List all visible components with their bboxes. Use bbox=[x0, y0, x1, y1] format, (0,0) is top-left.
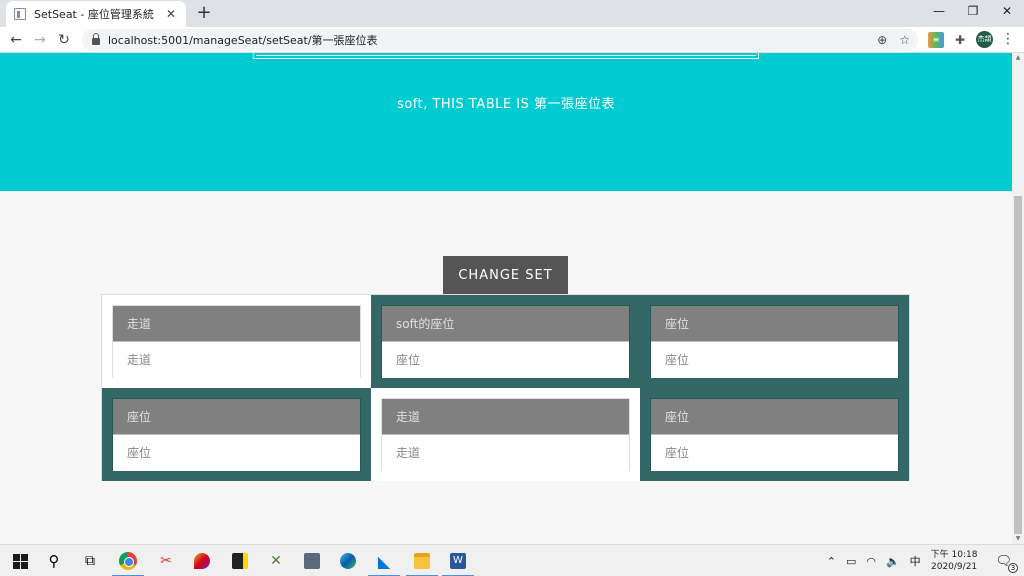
tab-strip: SetSeat - 座位管理系統 ✕ + — ❐ ✕ bbox=[0, 0, 1024, 27]
forward-arrow-icon[interactable]: → bbox=[30, 30, 50, 50]
edge-icon[interactable] bbox=[336, 549, 360, 573]
tool-icon[interactable]: ✕ bbox=[264, 549, 288, 573]
minimize-button[interactable]: — bbox=[922, 0, 956, 22]
clock[interactable]: 下午 10:18 2020/9/21 bbox=[931, 549, 978, 573]
seat-card-header: soft的座位 bbox=[382, 306, 629, 342]
hero-title: soft, THIS TABLE IS 第一張座位表 bbox=[397, 97, 615, 112]
ime-indicator[interactable]: 中 bbox=[910, 553, 921, 569]
seat-card-header: 座位 bbox=[113, 399, 360, 435]
seat-card[interactable]: 座位 座位 bbox=[112, 398, 361, 471]
page-favicon-icon bbox=[14, 8, 26, 20]
tab-title: SetSeat - 座位管理系統 bbox=[34, 8, 154, 21]
window-controls: — ❐ ✕ bbox=[922, 0, 1024, 27]
seat-cell: 座位 座位 bbox=[640, 388, 909, 481]
seat-card-body: 走道 bbox=[382, 435, 629, 471]
reload-icon[interactable]: ↻ bbox=[54, 30, 74, 50]
seat-card-body: 走道 bbox=[113, 342, 360, 378]
seat-card[interactable]: 走道 走道 bbox=[381, 398, 630, 471]
system-tray: ⌃ ▭ ◠ 🔈 中 下午 10:18 2020/9/21 🗨 3 bbox=[827, 545, 1024, 576]
extension-icon[interactable]: ≡ bbox=[928, 32, 944, 48]
bookmark-star-icon[interactable]: ☆ bbox=[899, 33, 910, 47]
seat-cell: 座位 座位 bbox=[640, 295, 909, 388]
chrome-icon[interactable] bbox=[112, 549, 144, 576]
hero-banner: soft, THIS TABLE IS 第一張座位表 bbox=[0, 53, 1012, 191]
restore-button[interactable]: ❐ bbox=[956, 0, 990, 22]
windows-start-icon[interactable] bbox=[8, 549, 32, 573]
windows-taskbar: ⚲ ⧉ ✂ ✕ ◣ W ⌃ ▭ ◠ 🔈 中 下午 10:18 2020/9/21… bbox=[0, 544, 1024, 576]
seat-card-header: 座位 bbox=[651, 399, 898, 435]
close-window-button[interactable]: ✕ bbox=[990, 0, 1024, 22]
vscode-icon[interactable]: ◣ bbox=[368, 549, 400, 576]
change-set-button[interactable]: CHANGE SET bbox=[443, 256, 568, 294]
task-view-icon[interactable]: ⧉ bbox=[78, 549, 102, 573]
tab-close-icon[interactable]: ✕ bbox=[164, 7, 178, 21]
seat-cell: soft的座位 座位 bbox=[371, 295, 640, 388]
seat-card[interactable]: 走道 走道 bbox=[112, 305, 361, 378]
zoom-icon[interactable]: ⊕ bbox=[877, 33, 887, 47]
page-viewport: soft, THIS TABLE IS 第一張座位表 CHANGE SET 走道… bbox=[0, 53, 1012, 544]
volume-icon[interactable]: 🔈 bbox=[886, 555, 900, 568]
seat-card-body: 座位 bbox=[382, 342, 629, 378]
scroll-down-arrow-icon[interactable]: ▼ bbox=[1012, 534, 1024, 544]
seat-cell: 走道 走道 bbox=[371, 388, 640, 481]
address-bar[interactable]: localhost:5001/manageSeat/setSeat/第一張座位表… bbox=[82, 29, 918, 51]
seat-card-header: 座位 bbox=[651, 306, 898, 342]
browser-toolbar: ← → ↻ localhost:5001/manageSeat/setSeat/… bbox=[0, 27, 1024, 53]
clock-date: 2020/9/21 bbox=[931, 562, 978, 572]
scrollbar-thumb[interactable] bbox=[1014, 196, 1022, 534]
page-scrollbar[interactable]: ▲ ▼ bbox=[1012, 53, 1024, 544]
search-icon[interactable]: ⚲ bbox=[42, 549, 66, 573]
seat-card-body: 座位 bbox=[651, 342, 898, 378]
calculator-icon[interactable] bbox=[300, 549, 324, 573]
paint-3d-icon[interactable] bbox=[190, 549, 214, 573]
seat-card-body: 座位 bbox=[651, 435, 898, 471]
seat-cell: 座位 座位 bbox=[102, 388, 371, 481]
notification-badge: 3 bbox=[1008, 562, 1018, 573]
seat-cell: 走道 走道 bbox=[102, 295, 371, 388]
browser-tab[interactable]: SetSeat - 座位管理系統 ✕ bbox=[6, 1, 186, 27]
clock-time: 下午 10:18 bbox=[930, 550, 978, 560]
file-explorer-icon[interactable] bbox=[406, 549, 438, 576]
word-icon[interactable]: W bbox=[442, 549, 474, 576]
seat-card[interactable]: 座位 座位 bbox=[650, 398, 899, 471]
extensions-puzzle-icon[interactable]: ✚ bbox=[952, 32, 968, 48]
chevron-up-icon[interactable]: ⌃ bbox=[827, 555, 836, 568]
seat-card-header: 走道 bbox=[382, 399, 629, 435]
seat-card-body: 座位 bbox=[113, 435, 360, 471]
new-tab-button[interactable]: + bbox=[194, 3, 214, 23]
seat-card-header: 走道 bbox=[113, 306, 360, 342]
lock-icon bbox=[92, 33, 100, 45]
seat-card[interactable]: soft的座位 座位 bbox=[381, 305, 630, 378]
profile-avatar[interactable]: 杰頡 bbox=[976, 31, 993, 48]
seat-card[interactable]: 座位 座位 bbox=[650, 305, 899, 378]
seat-grid: 走道 走道 soft的座位 座位 座位 座位 座位 座位 走道 走道 座位 座位 bbox=[101, 294, 910, 481]
snipping-tool-icon[interactable]: ✂ bbox=[154, 549, 178, 573]
url-text[interactable]: localhost:5001/manageSeat/setSeat/第一張座位表 bbox=[108, 32, 865, 48]
back-arrow-icon[interactable]: ← bbox=[6, 30, 26, 50]
sticky-notes-icon[interactable] bbox=[228, 549, 252, 573]
hero-frame bbox=[253, 53, 759, 59]
notification-icon[interactable]: 🗨 3 bbox=[995, 554, 1018, 573]
more-menu-icon[interactable]: ⋮ bbox=[1000, 31, 1016, 47]
battery-icon[interactable]: ▭ bbox=[846, 555, 856, 568]
scroll-up-arrow-icon[interactable]: ▲ bbox=[1012, 53, 1024, 63]
wifi-icon[interactable]: ◠ bbox=[866, 555, 876, 568]
